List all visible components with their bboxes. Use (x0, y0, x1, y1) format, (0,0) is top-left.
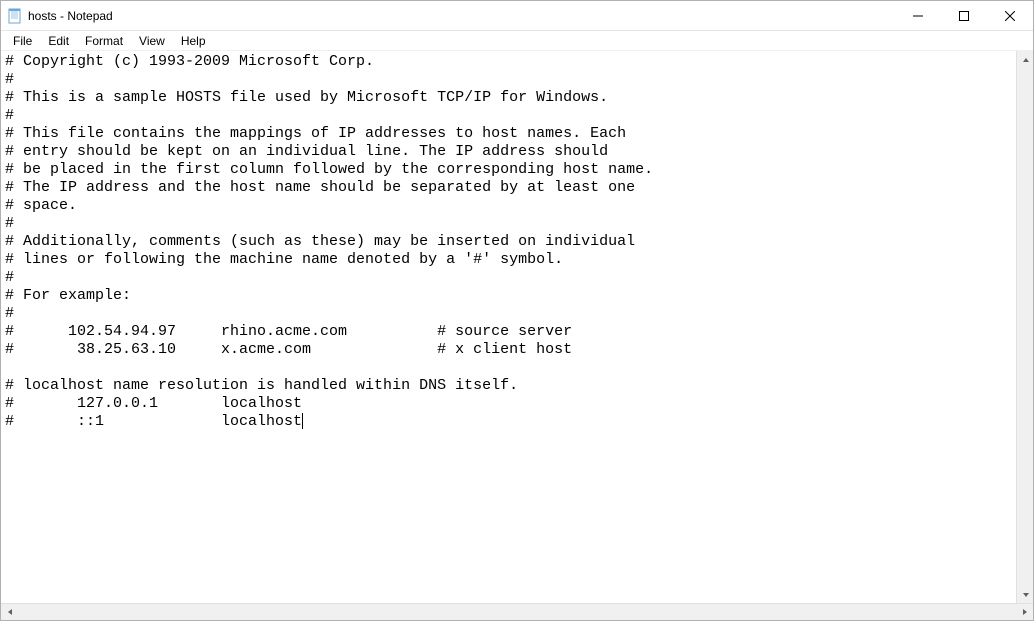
text-cursor (302, 413, 303, 429)
window-controls (895, 1, 1033, 30)
menu-view[interactable]: View (131, 33, 173, 49)
text-editor[interactable]: # Copyright (c) 1993-2009 Microsoft Corp… (1, 51, 1033, 603)
maximize-button[interactable] (941, 1, 987, 30)
scroll-right-icon[interactable] (1016, 604, 1033, 621)
window-title: hosts - Notepad (28, 9, 895, 23)
horizontal-scrollbar[interactable] (1, 603, 1033, 620)
menu-help[interactable]: Help (173, 33, 214, 49)
titlebar: hosts - Notepad (1, 1, 1033, 31)
editor-container: # Copyright (c) 1993-2009 Microsoft Corp… (1, 51, 1033, 620)
close-button[interactable] (987, 1, 1033, 30)
scroll-up-icon[interactable] (1017, 51, 1033, 68)
scroll-left-icon[interactable] (1, 604, 18, 621)
notepad-icon (7, 8, 23, 24)
scroll-down-icon[interactable] (1017, 586, 1033, 603)
scroll-track-horizontal[interactable] (18, 604, 1016, 620)
menu-edit[interactable]: Edit (40, 33, 77, 49)
editor-content: # Copyright (c) 1993-2009 Microsoft Corp… (5, 53, 653, 430)
scroll-track-vertical[interactable] (1017, 68, 1033, 586)
menu-file[interactable]: File (5, 33, 40, 49)
menubar: File Edit Format View Help (1, 31, 1033, 51)
minimize-button[interactable] (895, 1, 941, 30)
vertical-scrollbar[interactable] (1016, 51, 1033, 603)
menu-format[interactable]: Format (77, 33, 131, 49)
